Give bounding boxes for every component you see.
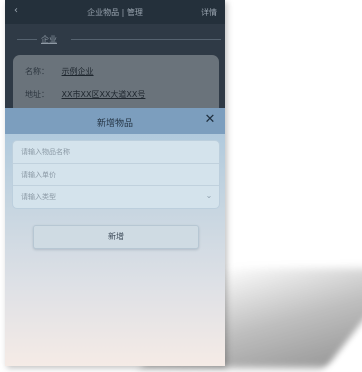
page-header: ‹ 企业物品 | 管理 详情 (5, 0, 225, 24)
unit-price-input[interactable] (21, 168, 201, 182)
phone-screen: ‹ 企业物品 | 管理 详情 企业 名称： 示例企业 地址： XX市XX区XX大… (5, 0, 225, 366)
divider-line (71, 39, 221, 40)
info-value: XX市XX区XX大道XX号 (61, 90, 146, 99)
section-divider: 企业 (5, 32, 225, 46)
divider-line (17, 39, 37, 40)
close-icon[interactable]: ✕ (203, 113, 217, 127)
info-key: 名称： (25, 67, 49, 76)
info-key: 地址： (25, 90, 49, 99)
detail-link[interactable]: 详情 (201, 7, 217, 18)
add-item-modal: 新增物品 ✕ ⌄ 新增 (5, 108, 225, 366)
item-form: ⌄ (12, 140, 220, 209)
modal-header: 新增物品 ✕ (5, 108, 225, 134)
form-row-price (13, 163, 219, 186)
chevron-down-icon[interactable]: ⌄ (204, 191, 214, 201)
form-row-name (13, 141, 219, 163)
company-info-card: 名称： 示例企业 地址： XX市XX区XX大道XX号 (13, 55, 219, 115)
info-value: 示例企业 (61, 67, 94, 76)
item-type-select[interactable] (21, 190, 201, 204)
item-name-input[interactable] (21, 145, 201, 159)
page-title: 企业物品 | 管理 (87, 8, 143, 17)
form-row-type[interactable]: ⌄ (13, 185, 219, 208)
info-row-address: 地址： XX市XX区XX大道XX号 (25, 89, 145, 101)
info-row-name: 名称： 示例企业 (25, 66, 94, 78)
submit-button[interactable]: 新增 (33, 225, 199, 249)
section-label: 企业 (41, 35, 57, 44)
modal-title: 新增物品 (96, 119, 133, 129)
